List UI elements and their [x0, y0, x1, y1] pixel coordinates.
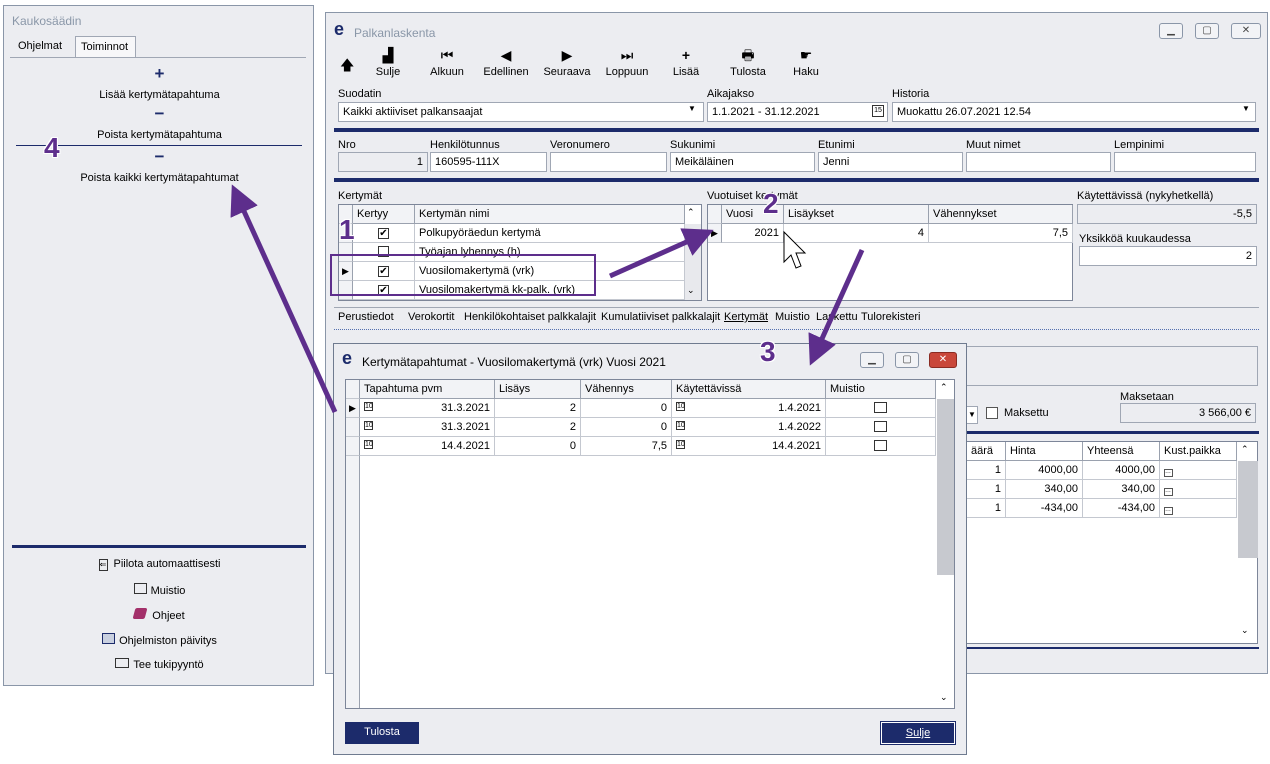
arrow-1 — [608, 228, 714, 279]
annotation-4: 4 — [44, 132, 60, 163]
highlight-box — [330, 254, 596, 296]
annotation-2: 2 — [763, 188, 779, 219]
arrow-4 — [230, 184, 338, 414]
arrow-3 — [808, 248, 865, 366]
annotation-overlay — [230, 184, 865, 414]
annotation-3: 3 — [760, 336, 776, 367]
annotation-1: 1 — [339, 214, 355, 245]
mouse-cursor-icon — [783, 230, 807, 269]
